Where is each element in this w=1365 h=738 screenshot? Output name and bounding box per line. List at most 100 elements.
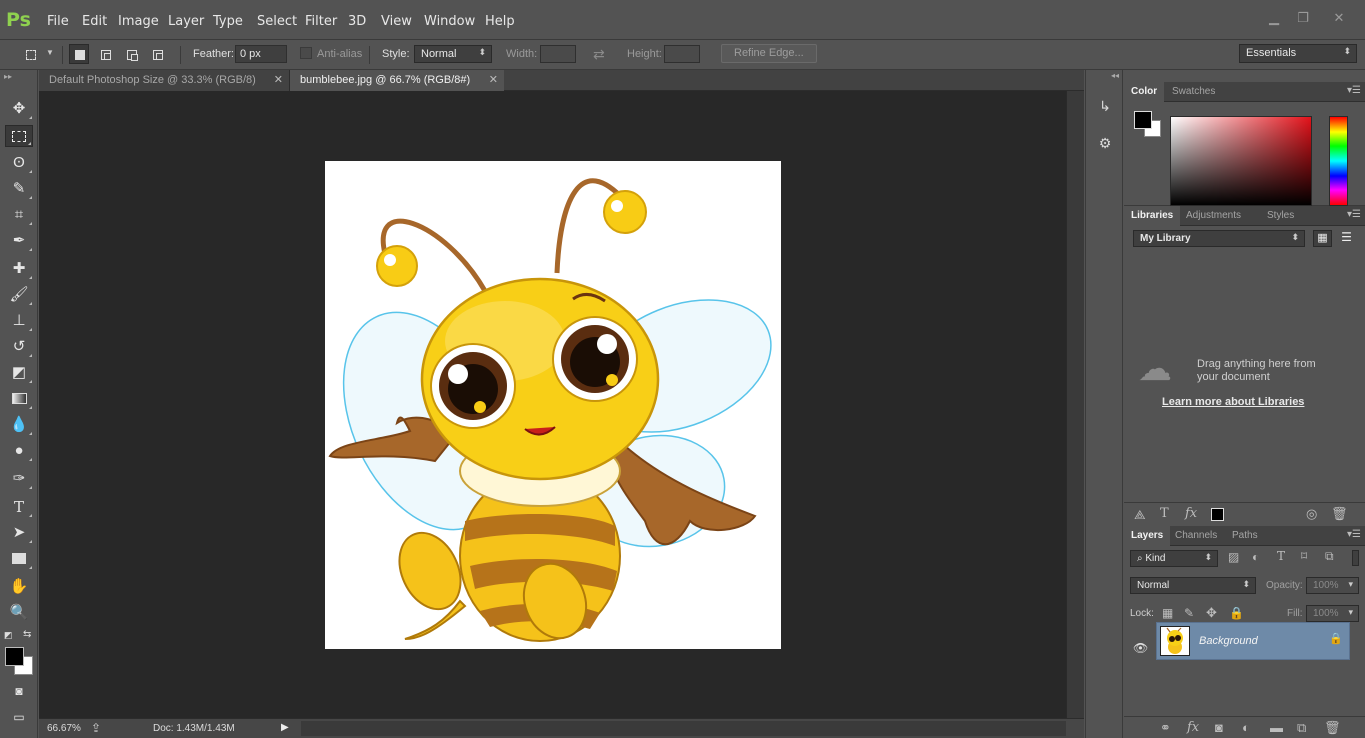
pen-tool-icon[interactable]: ✑ — [5, 468, 33, 490]
tab-styles[interactable]: Styles — [1260, 206, 1301, 226]
layer-filter-dropdown[interactable]: ⌕ Kind ⬍ — [1130, 550, 1218, 567]
layer-name[interactable]: Background — [1199, 635, 1258, 647]
add-character-style-icon[interactable]: T — [1160, 506, 1169, 521]
healing-brush-tool-icon[interactable]: ✚ — [5, 258, 33, 280]
status-menu-icon[interactable]: ▶ — [281, 722, 289, 733]
menu-3d[interactable]: 3D — [348, 14, 366, 29]
fill-input[interactable]: 100% ▾ — [1306, 605, 1359, 622]
trash-icon[interactable]: 🗑 — [1331, 506, 1348, 522]
marquee-tool-icon[interactable] — [5, 125, 33, 147]
add-color-icon[interactable] — [1211, 508, 1224, 521]
lock-image-icon[interactable]: ✎ — [1184, 606, 1194, 620]
add-graphic-icon[interactable]: ⟁ — [1134, 507, 1146, 523]
screen-mode-icon[interactable]: ▭ — [5, 706, 33, 728]
tab-default-photoshop-size[interactable]: Default Photoshop Size @ 33.3% (RGB/8) ✕ — [39, 70, 290, 91]
tab-libraries[interactable]: Libraries — [1124, 206, 1181, 226]
close-tab-icon[interactable]: ✕ — [489, 73, 498, 86]
menu-filter[interactable]: Filter — [305, 14, 337, 29]
canvas-area[interactable] — [39, 91, 1066, 718]
menu-view[interactable]: View — [381, 14, 412, 29]
menu-help[interactable]: Help — [485, 14, 515, 29]
adjustment-layer-icon[interactable]: ◐ — [1242, 720, 1250, 735]
eyedropper-tool-icon[interactable]: ✒ — [5, 230, 33, 252]
tab-paths[interactable]: Paths — [1225, 526, 1265, 546]
zoom-level[interactable]: 66.67% — [47, 723, 81, 734]
color-foreground-swatch[interactable] — [1134, 111, 1152, 129]
filter-shape-icon[interactable]: ⌑ — [1301, 549, 1307, 563]
vertical-scrollbar[interactable] — [1066, 91, 1084, 718]
link-layers-icon[interactable]: ⚭ — [1160, 720, 1171, 736]
hand-tool-icon[interactable]: ✋ — [5, 576, 33, 598]
panel-menu-icon[interactable]: ▾☰ — [1347, 209, 1361, 220]
tab-adjustments[interactable]: Adjustments — [1179, 206, 1248, 226]
intersect-selection-icon[interactable] — [147, 44, 167, 64]
menu-select[interactable]: Select — [257, 14, 297, 29]
menu-layer[interactable]: Layer — [168, 14, 204, 29]
layer-lock-icon[interactable]: 🔒 — [1329, 632, 1343, 645]
dodge-tool-icon[interactable]: ● — [5, 440, 33, 462]
workspace-dropdown[interactable]: Essentials ⬍ — [1239, 44, 1357, 63]
height-input[interactable] — [664, 45, 700, 63]
swap-icon[interactable]: ⇄ — [593, 46, 605, 63]
tab-layers[interactable]: Layers — [1124, 526, 1171, 546]
add-to-selection-icon[interactable] — [95, 44, 115, 64]
group-folder-icon[interactable]: ▬ — [1270, 720, 1283, 735]
eraser-tool-icon[interactable]: ◩ — [5, 362, 33, 384]
menu-window[interactable]: Window — [424, 14, 475, 29]
filter-smart-object-icon[interactable]: ⧉ — [1325, 549, 1334, 564]
clone-stamp-tool-icon[interactable]: ⊥ — [5, 310, 33, 332]
color-field[interactable] — [1170, 116, 1312, 206]
history-brush-tool-icon[interactable]: ↺ — [5, 336, 33, 358]
default-colors-icon[interactable]: ◩ — [4, 630, 13, 641]
tool-preset-picker[interactable] — [20, 44, 40, 64]
foreground-color-swatch[interactable] — [5, 647, 24, 666]
menu-edit[interactable]: Edit — [82, 14, 107, 29]
filter-toggle[interactable] — [1352, 550, 1359, 566]
new-layer-icon[interactable]: ⧉ — [1297, 720, 1306, 736]
lock-position-icon[interactable]: ✥ — [1206, 605, 1217, 621]
blend-mode-dropdown[interactable]: Normal ⬍ — [1130, 577, 1256, 594]
new-selection-icon[interactable] — [69, 44, 89, 64]
cloud-sync-icon[interactable]: ◎ — [1306, 506, 1317, 522]
menu-type[interactable]: Type — [213, 14, 243, 29]
crop-tool-icon[interactable]: ⌗ — [5, 204, 33, 226]
horizontal-scrollbar[interactable] — [301, 721, 1066, 736]
filter-pixel-icon[interactable]: ▨ — [1228, 550, 1239, 564]
layer-style-icon[interactable]: fx — [1187, 720, 1199, 735]
move-tool-icon[interactable]: ✥ — [5, 98, 33, 120]
swap-colors-icon[interactable]: ⇆ — [23, 629, 31, 640]
feather-input[interactable] — [235, 45, 287, 63]
tab-color[interactable]: Color — [1124, 82, 1165, 102]
gradient-tool-icon[interactable] — [5, 388, 33, 410]
list-view-icon[interactable]: ☰ — [1337, 230, 1356, 247]
add-layer-style-icon[interactable]: fx — [1185, 506, 1197, 521]
path-selection-tool-icon[interactable]: ➤ — [5, 522, 33, 544]
lasso-tool-icon[interactable]: ʘ — [5, 152, 33, 174]
share-icon[interactable]: ⇪ — [91, 721, 101, 735]
delete-layer-icon[interactable]: 🗑 — [1324, 720, 1341, 736]
antialias-checkbox[interactable] — [300, 47, 312, 59]
brush-tool-icon[interactable]: 🖌 — [5, 284, 33, 306]
history-panel-icon[interactable]: ↳ — [1094, 95, 1116, 117]
quick-mask-icon[interactable]: ◙ — [5, 680, 33, 702]
lock-all-icon[interactable]: 🔒 — [1229, 606, 1244, 620]
width-input[interactable] — [540, 45, 576, 63]
subtract-from-selection-icon[interactable] — [121, 44, 141, 64]
chevron-down-icon[interactable]: ▼ — [46, 48, 54, 57]
menu-image[interactable]: Image — [118, 14, 159, 29]
hue-slider[interactable] — [1329, 116, 1348, 206]
quick-selection-tool-icon[interactable]: ✎ — [5, 178, 33, 200]
tab-channels[interactable]: Channels — [1168, 526, 1224, 546]
tab-bumblebee[interactable]: bumblebee.jpg @ 66.7% (RGB/8#) ✕ — [290, 70, 504, 91]
panel-menu-icon[interactable]: ▾☰ — [1347, 529, 1361, 540]
filter-type-icon[interactable]: T — [1277, 549, 1285, 563]
blur-tool-icon[interactable]: 💧 — [5, 414, 33, 436]
library-dropdown[interactable]: My Library ⬍ — [1133, 230, 1305, 247]
layer-mask-icon[interactable]: ◙ — [1215, 720, 1223, 735]
properties-panel-icon[interactable]: ⚙ — [1094, 132, 1116, 154]
layer-row-background[interactable]: Background 🔒 — [1156, 622, 1350, 660]
visibility-eye-icon[interactable]: 👁 — [1133, 641, 1148, 655]
tab-swatches[interactable]: Swatches — [1165, 82, 1222, 102]
learn-more-link[interactable]: Learn more about Libraries — [1162, 396, 1304, 408]
document-canvas[interactable] — [325, 161, 781, 649]
